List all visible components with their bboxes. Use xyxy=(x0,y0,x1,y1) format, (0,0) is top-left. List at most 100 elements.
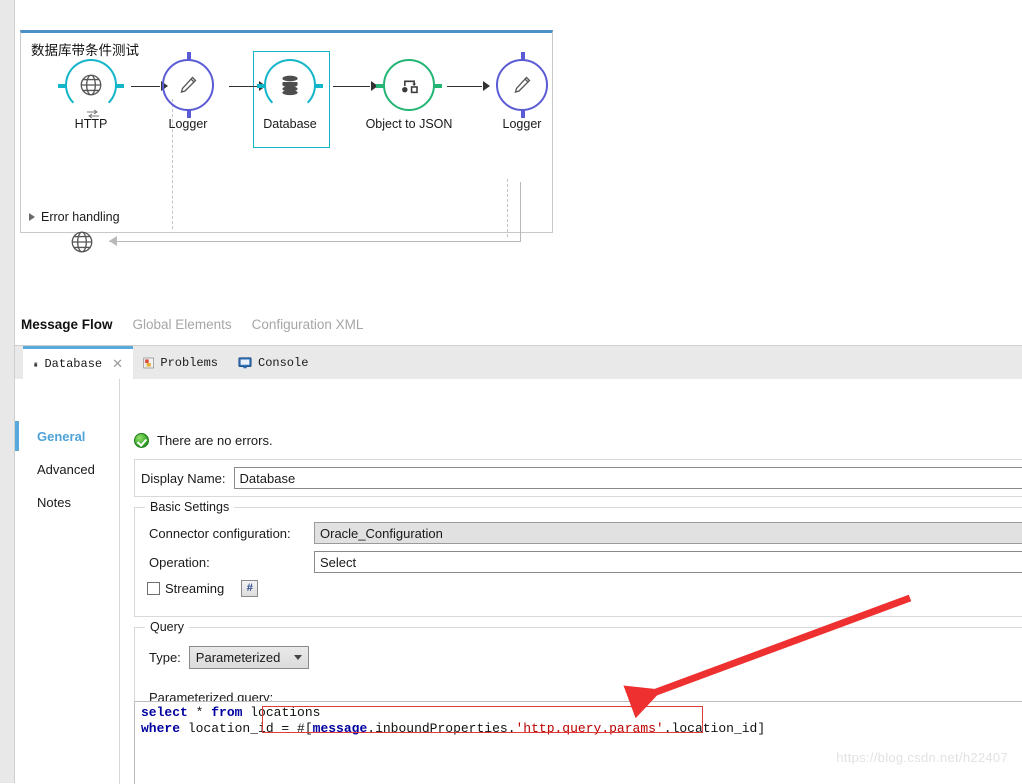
database-node-ring xyxy=(257,59,323,111)
globe-icon xyxy=(67,61,115,109)
flow-node-http[interactable]: HTTP xyxy=(54,59,128,131)
query-legend: Query xyxy=(145,620,190,634)
flow-node-object-to-json[interactable]: Object to JSON xyxy=(354,59,464,131)
status-message: There are no errors. xyxy=(134,433,273,448)
port-right-icon xyxy=(116,84,124,88)
chevron-down-icon xyxy=(293,655,302,660)
connector-configuration-label: Connector configuration: xyxy=(149,525,291,541)
query-type-value: Parameterized xyxy=(195,650,281,665)
tab-label: Console xyxy=(258,355,309,370)
database-icon xyxy=(266,61,314,109)
mel-tail: .location_id] xyxy=(663,721,766,736)
tab-problems[interactable]: Problems xyxy=(133,346,228,379)
streaming-label: Streaming xyxy=(165,581,225,596)
flow-canvas[interactable]: 数据库带条件测试 HTTP Logger Database Object to … xyxy=(15,0,1022,340)
query-type-label: Type: xyxy=(149,650,181,665)
return-path-arrowhead xyxy=(109,236,117,246)
sidebar-item-notes[interactable]: Notes xyxy=(15,487,119,517)
return-path-line xyxy=(109,241,521,243)
logger-node-ring xyxy=(496,52,548,118)
parameterized-query-editor[interactable]: select * from locations where location_i… xyxy=(134,701,1022,784)
mel-expression-button[interactable]: # xyxy=(241,580,259,597)
operation-label: Operation: xyxy=(149,554,210,570)
query-type-row: Type: Parameterized xyxy=(149,646,309,669)
flow-node-label: Logger xyxy=(502,117,542,131)
properties-panel: Database ✕ Problems Console General Adva… xyxy=(15,345,1022,784)
editor-tab-bar[interactable]: Message Flow Global Elements Configurati… xyxy=(15,306,1022,342)
properties-sub-nav[interactable]: General Advanced Notes xyxy=(15,379,120,784)
port-right-icon xyxy=(315,84,323,88)
display-name-row: Display Name: Database xyxy=(141,467,1022,489)
database-icon xyxy=(34,362,38,367)
json-node-ring xyxy=(376,59,442,111)
port-right-icon xyxy=(434,84,442,88)
watermark-text: https://blog.csdn.net/h22407 xyxy=(836,750,1008,765)
flow-node-label: Logger xyxy=(168,117,208,131)
sql-keyword-from: from xyxy=(211,705,243,720)
port-bottom-icon xyxy=(187,110,191,118)
connector-configuration-row: Connector configuration: Oracle_Configur… xyxy=(149,522,1022,544)
error-handling-toggle[interactable]: Error handling xyxy=(29,210,120,224)
tab-console[interactable]: Console xyxy=(228,346,323,379)
left-gutter-strip xyxy=(0,0,15,783)
properties-form: There are no errors. Display Name: Datab… xyxy=(120,379,1022,784)
port-left-icon xyxy=(257,84,265,88)
query-type-dropdown[interactable]: Parameterized xyxy=(188,646,309,669)
port-left-icon xyxy=(58,84,66,88)
tab-label: Problems xyxy=(160,355,218,370)
status-text: There are no errors. xyxy=(157,433,273,448)
port-top-icon xyxy=(521,52,525,60)
flow-node-logger-2[interactable]: Logger xyxy=(485,52,559,131)
exchange-arrows-icon xyxy=(87,109,99,119)
mel-property-path: .inboundProperties. xyxy=(367,721,516,736)
return-path-line-vertical xyxy=(520,182,522,242)
connector-configuration-input[interactable]: Oracle_Configuration xyxy=(314,522,1022,544)
streaming-checkbox[interactable] xyxy=(147,582,160,595)
basic-settings-legend: Basic Settings xyxy=(145,500,235,514)
sql-table-name: locations xyxy=(242,705,321,720)
operation-input[interactable]: Select xyxy=(314,551,1022,573)
flow-node-logger-1[interactable]: Logger xyxy=(151,52,225,131)
mel-object-message: message xyxy=(312,721,368,736)
port-top-icon xyxy=(187,52,191,60)
pencil-icon xyxy=(164,61,212,109)
display-name-label: Display Name: xyxy=(141,470,226,486)
error-handling-label: Error handling xyxy=(41,210,120,224)
ok-check-icon xyxy=(134,433,149,448)
mel-open: #[ xyxy=(297,721,313,736)
transform-icon xyxy=(385,61,433,109)
flow-node-database[interactable]: Database xyxy=(253,59,327,131)
problems-icon xyxy=(143,357,155,368)
flow-nodes-row: HTTP Logger Database Object to JSON Logg… xyxy=(21,51,554,253)
flow-node-label: Object to JSON xyxy=(365,117,453,131)
display-name-group: Display Name: Database xyxy=(134,459,1022,497)
display-name-input[interactable]: Database xyxy=(233,467,1022,489)
pencil-icon xyxy=(498,61,546,109)
view-tab-bar[interactable]: Database ✕ Problems Console xyxy=(15,346,1022,379)
flow-node-label: HTTP xyxy=(74,117,108,131)
tab-configuration-xml[interactable]: Configuration XML xyxy=(250,315,366,334)
flow-container[interactable]: 数据库带条件测试 HTTP Logger Database Object to … xyxy=(20,30,554,253)
tab-label: Database xyxy=(44,357,103,371)
basic-settings-group: Basic Settings Connector configuration: … xyxy=(134,500,1022,617)
properties-body: General Advanced Notes There are no erro… xyxy=(15,379,1022,784)
tab-message-flow[interactable]: Message Flow xyxy=(19,315,115,334)
sidebar-item-advanced[interactable]: Advanced xyxy=(15,454,119,484)
globe-icon xyxy=(71,231,93,253)
tab-database[interactable]: Database ✕ xyxy=(23,346,133,379)
flow-node-return-http[interactable] xyxy=(69,229,95,258)
streaming-row: Streaming # xyxy=(147,580,259,597)
sidebar-item-general[interactable]: General xyxy=(15,421,119,451)
close-icon[interactable]: ✕ xyxy=(112,357,123,372)
dashed-guide-right xyxy=(507,179,508,237)
sql-keyword-where: where xyxy=(141,721,181,736)
sql-column-expr: location_id = xyxy=(180,721,298,736)
tab-global-elements[interactable]: Global Elements xyxy=(131,315,234,334)
mel-string-literal: 'http.query.params' xyxy=(515,721,664,736)
sql-star: * xyxy=(187,705,212,720)
operation-row: Operation: Select xyxy=(149,551,1022,573)
chevron-right-icon xyxy=(29,213,35,221)
http-node-ring xyxy=(58,59,124,119)
connector-arrow xyxy=(447,81,490,92)
flow-title: 数据库带条件测试 xyxy=(31,43,139,58)
